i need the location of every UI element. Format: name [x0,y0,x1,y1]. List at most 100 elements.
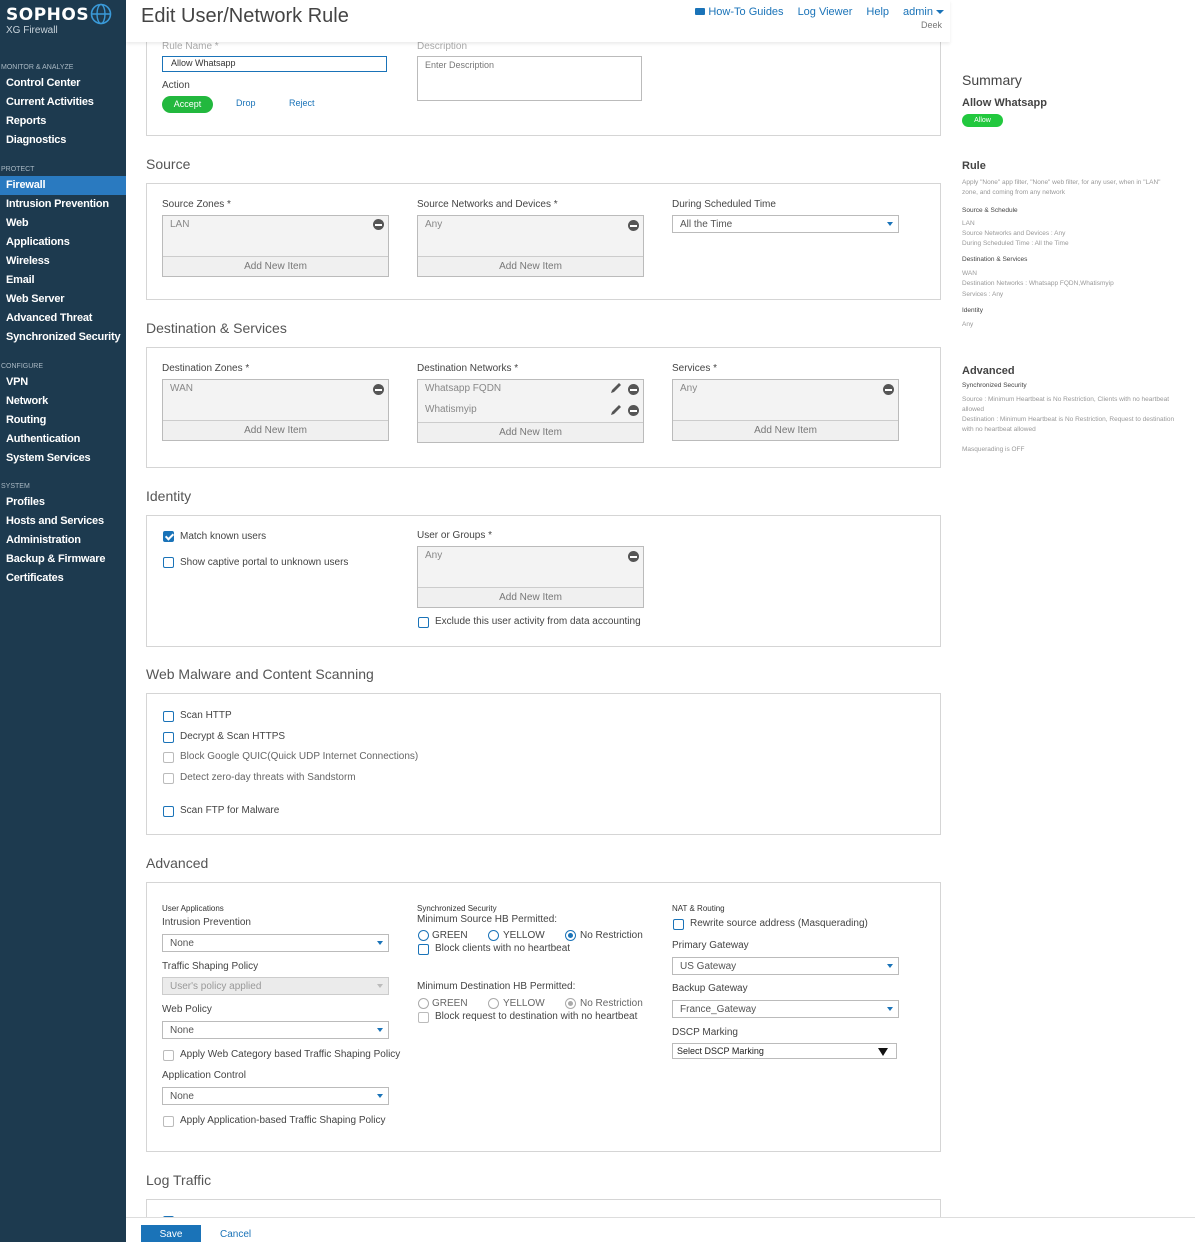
dscp-select[interactable]: Select DSCP Marking [672,1043,897,1059]
add-new-item-button[interactable]: Add New Item [418,256,643,276]
add-new-item-button[interactable]: Add New Item [673,420,898,440]
add-new-item-button[interactable]: Add New Item [163,256,388,276]
nav-item-profiles[interactable]: Profiles [0,493,126,512]
cancel-button[interactable]: Cancel [220,1229,251,1240]
dest-hb-yellow-radio[interactable] [488,998,499,1009]
backup-gateway-select[interactable]: France_Gateway [672,1000,899,1018]
destination-panel: Destination Zones * WAN Add New Item Des… [146,347,941,468]
help-link[interactable]: Help [866,6,889,18]
nav-item-web[interactable]: Web [0,214,126,233]
save-button[interactable]: Save [141,1225,201,1242]
accept-button[interactable]: Accept [162,96,213,113]
block-clients-checkbox[interactable] [418,944,429,955]
description-textarea[interactable]: Enter Description [417,56,642,101]
source-hb-yellow-radio[interactable] [488,930,499,941]
scan-ftp-checkbox[interactable] [163,806,174,817]
dest-hb-green-label: GREEN [432,998,468,1009]
nav-item-email[interactable]: Email [0,271,126,290]
dest-hb-no-restriction-radio[interactable] [565,998,576,1009]
add-new-item-button[interactable]: Add New Item [163,420,388,440]
nav-item-web-server[interactable]: Web Server [0,290,126,309]
nav-item-network[interactable]: Network [0,392,126,411]
rule-name-label: Rule Name * [162,41,219,52]
primary-gateway-select[interactable]: US Gateway [672,957,899,975]
app-shaping-checkbox[interactable] [163,1116,174,1127]
nav-item-system-services[interactable]: System Services [0,449,126,468]
chevron-down-icon [936,10,944,15]
admin-menu[interactable]: admin [903,6,944,18]
reject-button[interactable]: Reject [289,98,315,108]
howto-guides-link[interactable]: How-To Guides [695,6,784,18]
block-clients-label: Block clients with no heartbeat [435,943,571,954]
drop-button[interactable]: Drop [236,98,256,108]
nav-item-diagnostics[interactable]: Diagnostics [0,131,126,150]
nav-item-current-activities[interactable]: Current Activities [0,93,126,112]
howto-label: How-To Guides [708,6,784,18]
rule-name-input[interactable]: Allow Whatsapp [162,56,387,72]
remove-icon[interactable] [628,384,639,395]
schedule-select[interactable]: All the Time [672,215,899,233]
remove-icon[interactable] [373,219,384,230]
summary-sync-dest: Destination : Minimum Heartbeat is No Re… [962,416,1175,433]
dest-hb-green-radio[interactable] [418,998,429,1009]
web-policy-select[interactable]: None [162,1021,389,1039]
nav-item-administration[interactable]: Administration [0,531,126,550]
log-viewer-link[interactable]: Log Viewer [798,6,853,18]
exclude-accounting-checkbox[interactable] [418,617,429,628]
nav-item-advanced-threat[interactable]: Advanced Threat [0,309,126,328]
malware-panel: Scan HTTP Decrypt & Scan HTTPS Block Goo… [146,693,941,835]
summary-source-line: Source Networks and Devices : Any [962,230,1066,237]
source-hb-no-restriction-radio[interactable] [565,930,576,941]
source-hb-green-radio[interactable] [418,930,429,941]
nav-item-reports[interactable]: Reports [0,112,126,131]
app-control-label: Application Control [162,1070,246,1081]
nav-item-routing[interactable]: Routing [0,411,126,430]
nav-item-certificates[interactable]: Certificates [0,569,126,588]
nav-item-control-center[interactable]: Control Center [0,74,126,93]
remove-icon[interactable] [628,551,639,562]
nav-item-hosts-and-services[interactable]: Hosts and Services [0,512,126,531]
nav-item-firewall[interactable]: Firewall [0,176,126,195]
product-name: XG Firewall [6,25,58,36]
ips-label: Intrusion Prevention [162,917,251,928]
description-label: Description [417,41,468,52]
nav-heading: CONFIGURE [1,363,43,370]
nav-group-protect: PROTECT Firewall Intrusion Prevention We… [0,164,126,347]
captive-portal-checkbox[interactable] [163,557,174,568]
web-category-shaping-checkbox[interactable] [163,1050,174,1061]
remove-icon[interactable] [628,220,639,231]
edit-icon[interactable] [610,404,623,416]
ips-select[interactable]: None [162,934,389,952]
scan-http-checkbox[interactable] [163,711,174,722]
advanced-panel: User Applications Intrusion Prevention N… [146,882,941,1152]
block-quic-label: Block Google QUIC(Quick UDP Internet Con… [180,751,419,762]
remove-icon[interactable] [883,384,894,395]
add-new-item-button[interactable]: Add New Item [418,587,643,607]
nat-routing-heading: NAT & Routing [672,904,725,913]
remove-icon[interactable] [373,384,384,395]
block-request-checkbox[interactable] [418,1012,429,1023]
nav-item-intrusion-prevention[interactable]: Intrusion Prevention [0,195,126,214]
nav-item-backup-firmware[interactable]: Backup & Firmware [0,550,126,569]
summary-source-line: During Scheduled Time : All the Time [962,240,1069,247]
sandstorm-checkbox[interactable] [163,773,174,784]
traffic-shaping-label: Traffic Shaping Policy [162,961,259,972]
app-control-select[interactable]: None [162,1087,389,1105]
rewrite-source-checkbox[interactable] [673,919,684,930]
nav-item-authentication[interactable]: Authentication [0,430,126,449]
remove-icon[interactable] [628,405,639,416]
add-new-item-button[interactable]: Add New Item [418,422,643,442]
nav-item-synchronized-security[interactable]: Synchronized Security [0,328,126,347]
summary-rule-name: Allow Whatsapp [962,97,1047,109]
match-known-users-checkbox[interactable] [163,531,174,542]
decrypt-https-checkbox[interactable] [163,732,174,743]
summary-source-line: LAN [962,220,975,227]
nav-item-applications[interactable]: Applications [0,233,126,252]
block-quic-checkbox[interactable] [163,752,174,763]
summary-advanced-heading: Advanced [962,365,1015,377]
sidebar: SOPHOS XG Firewall MONITOR & ANALYZE Con… [0,0,126,1242]
nav-item-wireless[interactable]: Wireless [0,252,126,271]
services-list: Any Add New Item [672,379,899,441]
nav-item-vpn[interactable]: VPN [0,373,126,392]
edit-icon[interactable] [610,382,623,394]
